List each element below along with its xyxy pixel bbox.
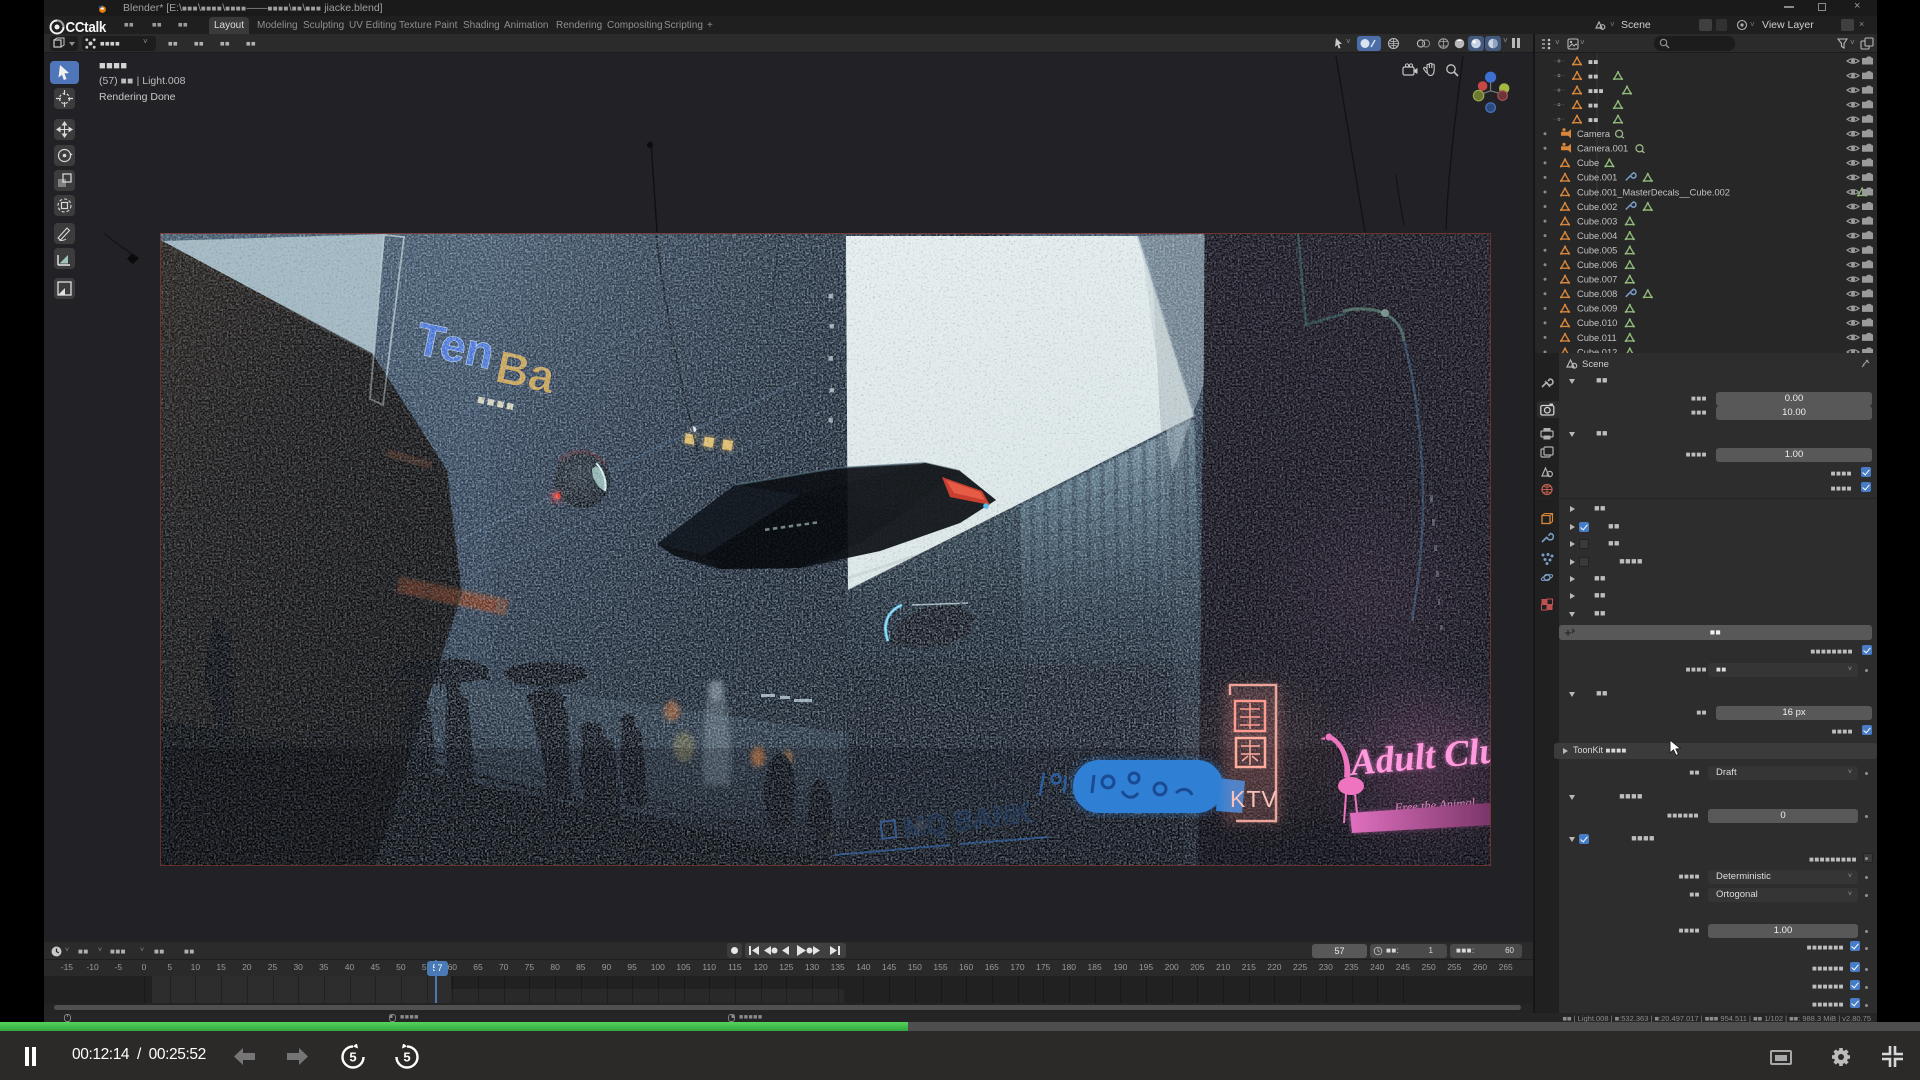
svg-text:Cube.004: Cube.004 — [1577, 231, 1617, 241]
svg-text:Cube.011: Cube.011 — [1577, 333, 1617, 343]
svg-text:■■: ■■ — [1588, 57, 1599, 66]
svg-text:Cube.010: Cube.010 — [1577, 318, 1617, 328]
svg-text:Cube.009: Cube.009 — [1577, 304, 1617, 314]
svg-text:Cube.006: Cube.006 — [1577, 260, 1617, 270]
svg-text:Cube.007: Cube.007 — [1577, 275, 1617, 285]
svg-text:Cube: Cube — [1577, 158, 1599, 168]
svg-text:Cube.005: Cube.005 — [1577, 246, 1617, 256]
svg-text:■■: ■■ — [1588, 72, 1599, 81]
svg-text:CCtalk: CCtalk — [65, 18, 106, 35]
svg-text:■■: ■■ — [1588, 101, 1599, 110]
svg-text:5: 5 — [403, 1050, 410, 1065]
svg-text:■■■: ■■■ — [1588, 86, 1604, 95]
svg-text:Cube.003: Cube.003 — [1577, 216, 1617, 226]
svg-text:Camera: Camera — [1577, 129, 1611, 139]
svg-text:Cube.002: Cube.002 — [1577, 202, 1617, 212]
svg-text:Cube.008: Cube.008 — [1577, 289, 1617, 299]
svg-text:Cube.001_MasterDecals__Cube.00: Cube.001_MasterDecals__Cube.002 — [1577, 187, 1730, 197]
svg-text:■■: ■■ — [1588, 116, 1599, 125]
svg-text:Camera.001: Camera.001 — [1577, 144, 1628, 154]
svg-text:5: 5 — [349, 1050, 356, 1065]
svg-text:Cube.001: Cube.001 — [1577, 173, 1617, 183]
